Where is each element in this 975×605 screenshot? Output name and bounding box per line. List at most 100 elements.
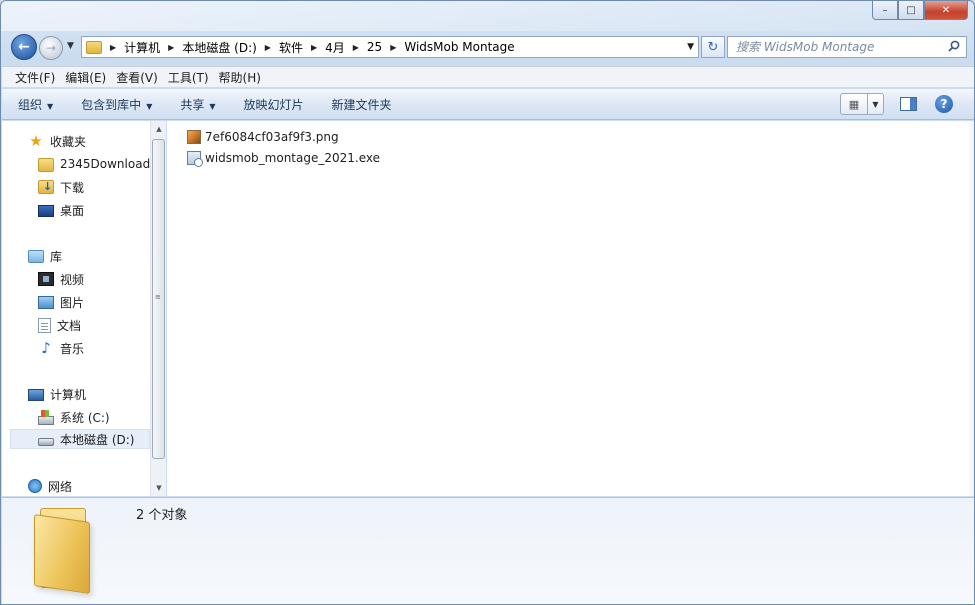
nav-network[interactable]: 网络	[28, 476, 72, 496]
chevron-right-icon[interactable]: ▶	[110, 43, 116, 52]
nav-computer[interactable]: 计算机	[28, 384, 86, 404]
change-view-button[interactable]: ▦ ▼	[840, 93, 884, 115]
nav-label: 本地磁盘 (D:)	[60, 432, 135, 447]
chevron-down-icon: ▼	[209, 101, 216, 111]
file-list[interactable]: 7ef6084cf03af9f3.png widsmob_montage_202…	[167, 121, 974, 496]
refresh-button[interactable]: ↻	[701, 36, 725, 58]
back-button[interactable]: ←	[11, 34, 37, 60]
grip-icon: ≡	[155, 293, 161, 301]
file-name: widsmob_montage_2021.exe	[205, 151, 381, 165]
include-in-library-button[interactable]: 包含到库中 ▼	[81, 96, 152, 113]
desktop-icon	[38, 205, 54, 217]
chevron-right-icon[interactable]: ▶	[390, 43, 396, 52]
organize-label: 组织	[18, 97, 43, 112]
nav-label: 网络	[48, 479, 73, 494]
include-library-label: 包含到库中	[81, 97, 142, 112]
item-count-status: 2 个对象	[136, 508, 188, 523]
breadcrumb-drive-d[interactable]: 本地磁盘 (D:)	[182, 39, 256, 56]
nav-libraries[interactable]: 库	[28, 246, 62, 266]
address-row: ← → ▼ ▶ 计算机 ▶ 本地磁盘 (D:) ▶ 软件 ▶ 4月 ▶ 25 ▶…	[9, 33, 969, 61]
nav-item-2345downloads[interactable]: 2345Downloads	[38, 154, 150, 174]
organize-button[interactable]: 组织 ▼	[18, 96, 53, 113]
video-icon	[38, 272, 54, 286]
nav-scrollbar[interactable]: ▲ ≡ ▼	[150, 121, 166, 496]
breadcrumb-25[interactable]: 25	[367, 40, 382, 54]
nav-favorites[interactable]: ★ 收藏夹	[28, 131, 86, 151]
details-pane: 2 个对象	[2, 497, 974, 604]
chevron-right-icon[interactable]: ▶	[265, 43, 271, 52]
minimize-button[interactable]: –	[872, 1, 898, 20]
nav-label: 计算机	[50, 387, 87, 402]
chevron-down-icon[interactable]: ▼	[868, 94, 883, 114]
preview-pane-button[interactable]	[900, 97, 917, 111]
breadcrumb-widsmob-montage[interactable]: WidsMob Montage	[404, 40, 514, 54]
share-button[interactable]: 共享 ▼	[180, 96, 215, 113]
search-box	[727, 36, 967, 58]
scroll-down-arrow-icon[interactable]: ▼	[151, 480, 167, 496]
nav-item-pictures[interactable]: 图片	[38, 292, 84, 312]
nav-item-downloads[interactable]: 下载	[38, 177, 84, 197]
network-icon	[28, 479, 42, 493]
file-item[interactable]: 7ef6084cf03af9f3.png	[187, 127, 339, 147]
nav-item-drive-d[interactable]: 本地磁盘 (D:)	[10, 429, 150, 449]
menu-file[interactable]: 文件(F)	[10, 69, 60, 86]
file-item[interactable]: widsmob_montage_2021.exe	[187, 148, 380, 168]
explorer-window: – □ ✕ ← → ▼ ▶ 计算机 ▶ 本地磁盘 (D:) ▶ 软件 ▶ 4月 …	[0, 0, 975, 605]
music-icon: ♪	[41, 339, 51, 357]
title-bar	[1, 1, 974, 31]
chevron-right-icon[interactable]: ▶	[353, 43, 359, 52]
search-icon[interactable]	[948, 40, 960, 52]
address-bar[interactable]: ▶ 计算机 ▶ 本地磁盘 (D:) ▶ 软件 ▶ 4月 ▶ 25 ▶ WidsM…	[81, 36, 699, 58]
computer-icon	[28, 388, 44, 401]
search-input[interactable]	[736, 40, 936, 54]
breadcrumb: ▶ 计算机 ▶ 本地磁盘 (D:) ▶ 软件 ▶ 4月 ▶ 25 ▶ WidsM…	[102, 39, 515, 56]
exe-app-icon	[187, 151, 203, 167]
breadcrumb-software[interactable]: 软件	[279, 39, 303, 56]
library-icon	[28, 249, 44, 263]
slideshow-button[interactable]: 放映幻灯片	[244, 96, 304, 113]
folder-icon	[38, 157, 54, 172]
nav-item-videos[interactable]: 视频	[38, 269, 84, 289]
nav-item-music[interactable]: ♪ 音乐	[38, 338, 84, 358]
large-folder-icon	[34, 504, 94, 594]
nav-item-documents[interactable]: 文档	[38, 315, 81, 335]
share-label: 共享	[180, 97, 205, 112]
nav-item-desktop[interactable]: 桌面	[38, 200, 84, 220]
nav-label: 音乐	[60, 341, 85, 356]
downloads-folder-icon	[38, 180, 54, 194]
system-drive-icon	[38, 409, 54, 425]
breadcrumb-computer[interactable]: 计算机	[124, 39, 160, 56]
nav-label: 文档	[57, 318, 82, 333]
help-button[interactable]: ?	[935, 95, 953, 113]
menu-help[interactable]: 帮助(H)	[214, 69, 266, 86]
nav-label: 系统 (C:)	[60, 410, 110, 425]
view-grid-icon[interactable]: ▦	[841, 94, 868, 114]
menu-edit[interactable]: 编辑(E)	[60, 69, 111, 86]
new-folder-button[interactable]: 新建文件夹	[332, 96, 392, 113]
folder-icon	[86, 40, 102, 54]
chevron-right-icon[interactable]: ▶	[311, 43, 317, 52]
maximize-button[interactable]: □	[898, 1, 924, 20]
nav-label: 下载	[60, 180, 85, 195]
nav-label: 桌面	[60, 203, 85, 218]
menu-view[interactable]: 查看(V)	[111, 69, 163, 86]
scroll-up-arrow-icon[interactable]: ▲	[151, 121, 167, 137]
document-icon	[38, 317, 51, 333]
chevron-down-icon: ▼	[47, 101, 54, 111]
close-button[interactable]: ✕	[924, 1, 968, 20]
breadcrumb-april[interactable]: 4月	[325, 39, 345, 56]
address-dropdown-icon[interactable]: ▼	[687, 42, 694, 52]
nav-label: 库	[50, 249, 63, 264]
navigation-pane: ★ 收藏夹 2345Downloads 下载 桌面 库 视频 图片	[2, 121, 150, 496]
menu-tools[interactable]: 工具(T)	[163, 69, 214, 86]
nav-item-drive-c[interactable]: 系统 (C:)	[38, 407, 110, 427]
folder-front	[34, 514, 90, 594]
nav-label: 视频	[60, 272, 85, 287]
nav-label: 收藏夹	[50, 134, 87, 149]
menu-bar: 文件(F) 编辑(E) 查看(V) 工具(T) 帮助(H)	[2, 66, 974, 88]
recent-pages-dropdown-icon[interactable]: ▼	[67, 41, 74, 51]
forward-button[interactable]: →	[39, 36, 63, 60]
png-image-icon	[187, 130, 201, 144]
chevron-right-icon[interactable]: ▶	[168, 43, 174, 52]
star-icon: ★	[29, 132, 43, 150]
